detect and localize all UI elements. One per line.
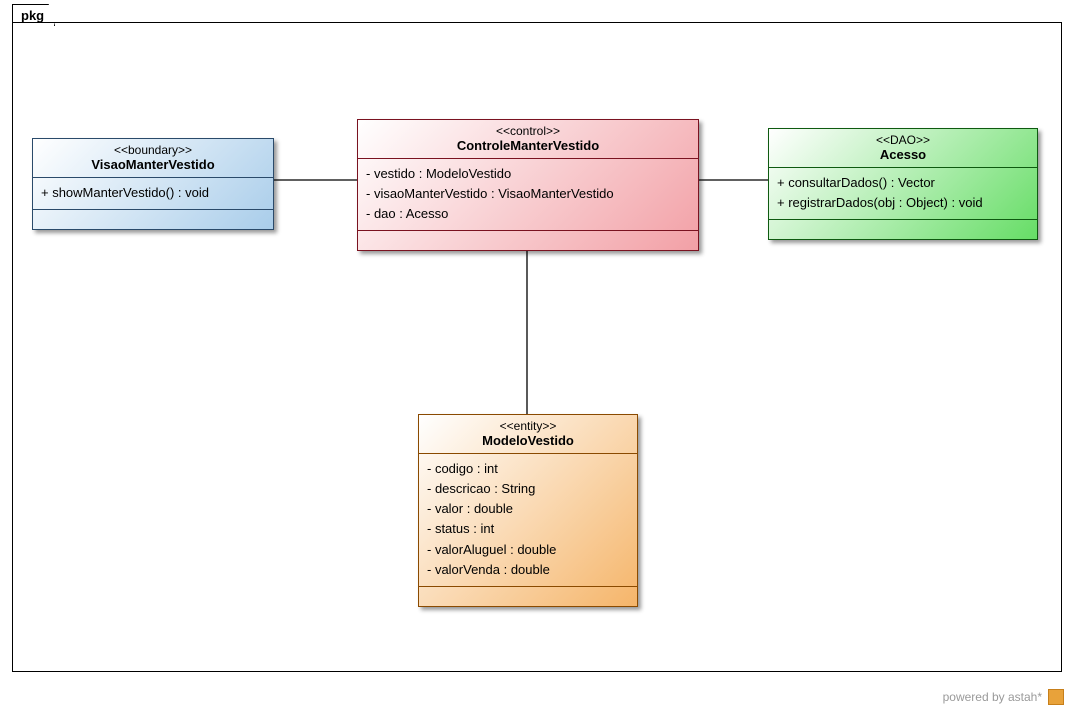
empty-compartment (358, 230, 698, 250)
class-name: VisaoManterVestido (39, 157, 267, 172)
attribute: - valorVenda : double (427, 560, 629, 580)
attribute: - descricao : String (427, 479, 629, 499)
class-name: ControleManterVestido (364, 138, 692, 153)
empty-compartment (33, 209, 273, 229)
class-header: <<entity>> ModeloVestido (419, 415, 637, 453)
class-visao-manter-vestido[interactable]: <<boundary>> VisaoManterVestido + showMa… (32, 138, 274, 230)
attribute: - codigo : int (427, 459, 629, 479)
attributes-compartment: - vestido : ModeloVestido - visaoManterV… (358, 158, 698, 230)
stereotype-label: <<DAO>> (775, 133, 1031, 147)
attribute: - status : int (427, 519, 629, 539)
class-modelo-vestido[interactable]: <<entity>> ModeloVestido - codigo : int … (418, 414, 638, 607)
class-name: Acesso (775, 147, 1031, 162)
attribute: - visaoManterVestido : VisaoManterVestid… (366, 184, 690, 204)
stereotype-label: <<boundary>> (39, 143, 267, 157)
operation: + consultarDados() : Vector (777, 173, 1029, 193)
class-header: <<boundary>> VisaoManterVestido (33, 139, 273, 177)
empty-compartment (769, 219, 1037, 239)
attribute: - valor : double (427, 499, 629, 519)
stereotype-label: <<control>> (364, 124, 692, 138)
operations-compartment: + consultarDados() : Vector + registrarD… (769, 167, 1037, 219)
class-acesso[interactable]: <<DAO>> Acesso + consultarDados() : Vect… (768, 128, 1038, 240)
diagram-canvas: pkg <<boundary>> VisaoManterVestido + sh… (0, 0, 1072, 709)
stereotype-label: <<entity>> (425, 419, 631, 433)
operations-compartment: + showManterVestido() : void (33, 177, 273, 209)
attribute: - dao : Acesso (366, 204, 690, 224)
astah-logo-icon (1048, 689, 1064, 705)
footer-text: powered by astah* (943, 690, 1042, 704)
empty-compartment (419, 586, 637, 606)
operation: + registrarDados(obj : Object) : void (777, 193, 1029, 213)
footer: powered by astah* (943, 689, 1064, 705)
attribute: - valorAluguel : double (427, 540, 629, 560)
operation: + showManterVestido() : void (41, 183, 265, 203)
class-controle-manter-vestido[interactable]: <<control>> ControleManterVestido - vest… (357, 119, 699, 251)
attributes-compartment: - codigo : int - descricao : String - va… (419, 453, 637, 586)
attribute: - vestido : ModeloVestido (366, 164, 690, 184)
class-header: <<DAO>> Acesso (769, 129, 1037, 167)
class-header: <<control>> ControleManterVestido (358, 120, 698, 158)
class-name: ModeloVestido (425, 433, 631, 448)
